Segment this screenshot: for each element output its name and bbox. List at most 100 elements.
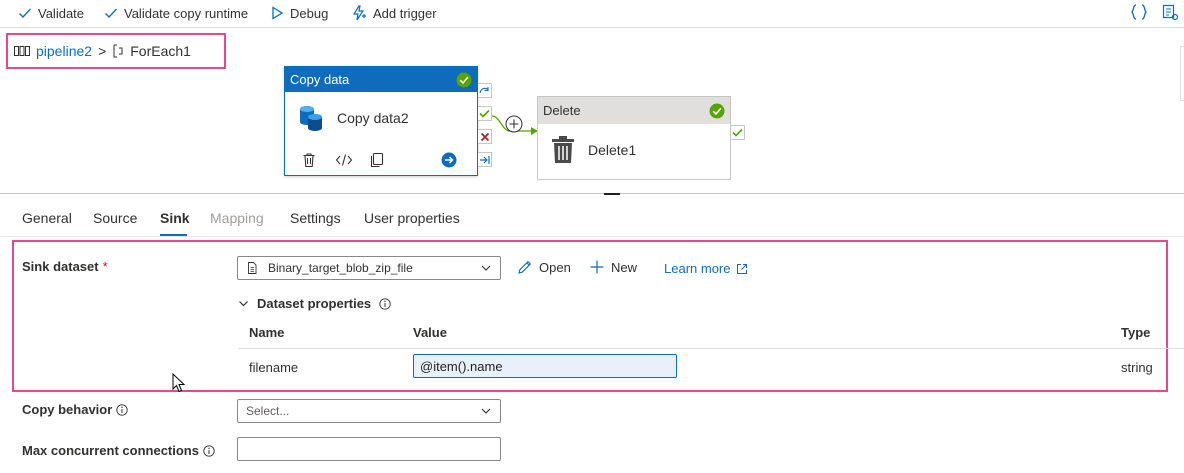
dataset-properties-label: Dataset properties xyxy=(257,296,372,311)
plus-icon xyxy=(590,260,604,274)
clone-activity-button[interactable] xyxy=(369,152,385,171)
breadcrumb-separator: > xyxy=(98,43,107,59)
column-header-type: Type xyxy=(1121,325,1151,340)
row-value-input[interactable]: @item().name xyxy=(413,354,677,378)
new-dataset-button[interactable]: New xyxy=(589,259,637,275)
checkmark-icon xyxy=(105,8,118,19)
tab-sink[interactable]: Sink xyxy=(160,210,190,226)
tab-settings[interactable]: Settings xyxy=(290,210,341,226)
activity-type-label: Copy data xyxy=(290,72,350,87)
chevron-down-icon xyxy=(481,265,491,271)
add-trigger-button[interactable]: Add trigger xyxy=(351,4,437,22)
code-view-button[interactable] xyxy=(1130,3,1148,24)
sink-dataset-label: Sink dataset * xyxy=(22,259,108,274)
max-connections-input[interactable] xyxy=(237,437,501,461)
info-icon xyxy=(116,403,128,416)
activity-body: Delete1 xyxy=(538,124,730,176)
trash-icon xyxy=(303,153,315,168)
activity-name: Delete1 xyxy=(588,142,637,158)
delete-activity[interactable]: Delete Delete1 xyxy=(537,96,731,180)
activity-header: Copy data xyxy=(285,67,477,92)
success-check-icon xyxy=(709,103,725,118)
validate-button[interactable]: Validate xyxy=(18,4,84,22)
trash-icon xyxy=(552,136,574,163)
row-name-cell: filename xyxy=(249,360,299,375)
add-activity-button[interactable] xyxy=(505,115,523,136)
activity-name: Copy data2 xyxy=(337,110,409,126)
port-skipped[interactable] xyxy=(478,83,492,98)
validate-copy-runtime-button[interactable]: Validate copy runtime xyxy=(104,4,248,22)
learn-more-link[interactable]: Learn more xyxy=(664,261,748,276)
properties-button[interactable] xyxy=(1161,3,1179,24)
port-completion[interactable] xyxy=(478,152,492,167)
tab-source[interactable]: Source xyxy=(93,210,137,226)
required-mark: * xyxy=(102,259,108,274)
sink-dataset-label-text: Sink dataset xyxy=(22,259,99,274)
breadcrumb-pipeline-link[interactable]: pipeline2 xyxy=(36,43,92,59)
port-success[interactable] xyxy=(478,106,492,121)
sink-dataset-value: Binary_target_blob_zip_file xyxy=(268,261,413,275)
copy-behavior-placeholder: Select... xyxy=(246,404,290,418)
max-connections-label: Max concurrent connections xyxy=(22,443,215,458)
add-trigger-label: Add trigger xyxy=(373,5,437,21)
learn-more-label: Learn more xyxy=(664,261,731,276)
max-connections-label-text: Max concurrent connections xyxy=(22,443,199,458)
open-dataset-button[interactable]: Open xyxy=(517,259,571,275)
info-icon xyxy=(203,444,215,457)
new-label: New xyxy=(611,259,638,275)
chevron-down-icon xyxy=(481,408,491,414)
table-header-divider xyxy=(238,348,1184,349)
copy-icon xyxy=(370,152,384,168)
toolbar: Validate Validate copy runtime Debug Add… xyxy=(0,0,1184,28)
success-port-icon xyxy=(479,109,490,118)
row-type-cell: string xyxy=(1121,360,1153,375)
breadcrumb: pipeline2 > ForEach1 xyxy=(6,33,226,69)
activity-type-label: Delete xyxy=(543,103,581,118)
sink-dataset-dropdown[interactable]: Binary_target_blob_zip_file xyxy=(237,256,501,280)
copy-data-activity[interactable]: Copy data Copy data2 xyxy=(284,66,478,176)
port-success[interactable] xyxy=(731,125,745,140)
code-icon xyxy=(335,154,353,166)
tabs-divider xyxy=(0,236,1184,237)
delete-activity-button[interactable] xyxy=(301,152,317,171)
open-details-button[interactable] xyxy=(441,152,457,171)
tab-user-properties[interactable]: User properties xyxy=(364,210,460,226)
copy-behavior-label-text: Copy behavior xyxy=(22,402,113,417)
pencil-icon xyxy=(518,260,532,274)
copy-behavior-dropdown[interactable]: Select... xyxy=(237,399,501,423)
completion-port-icon xyxy=(480,155,490,164)
dataset-properties-toggle[interactable]: Dataset properties xyxy=(238,296,391,311)
tab-mapping: Mapping xyxy=(210,210,264,226)
validate-copy-runtime-label: Validate copy runtime xyxy=(124,5,249,21)
validate-label: Validate xyxy=(38,5,85,21)
code-braces-icon xyxy=(1131,4,1147,20)
mouse-cursor-icon xyxy=(172,373,186,393)
column-header-name: Name xyxy=(249,325,285,340)
dataset-file-icon xyxy=(248,262,257,274)
skip-arrow-icon xyxy=(479,87,489,94)
info-icon xyxy=(379,297,391,310)
view-code-button[interactable] xyxy=(335,152,353,171)
activity-body: Copy data2 xyxy=(285,92,477,144)
failure-port-icon xyxy=(480,132,489,141)
activity-actions xyxy=(301,152,466,170)
external-link-icon xyxy=(737,263,748,274)
chevron-down-icon xyxy=(239,301,248,307)
success-port-icon xyxy=(732,128,743,137)
canvas-side-panel-edge xyxy=(1180,46,1184,101)
breadcrumb-current: ForEach1 xyxy=(130,43,191,59)
checkmark-icon xyxy=(19,8,32,19)
activity-header: Delete xyxy=(538,97,730,124)
arrow-right-circle-icon xyxy=(441,152,457,168)
open-label: Open xyxy=(539,259,571,275)
copy-behavior-label: Copy behavior xyxy=(22,402,128,417)
column-header-value: Value xyxy=(413,325,447,340)
database-copy-icon xyxy=(300,106,322,131)
play-icon xyxy=(272,6,284,20)
trigger-icon xyxy=(352,5,366,21)
port-failure[interactable] xyxy=(478,129,492,144)
properties-tabs: General Source Sink Mapping Settings Use… xyxy=(0,197,1184,237)
panel-resize-handle[interactable] xyxy=(604,193,620,195)
tab-general[interactable]: General xyxy=(22,210,72,226)
debug-button[interactable]: Debug xyxy=(270,4,328,22)
